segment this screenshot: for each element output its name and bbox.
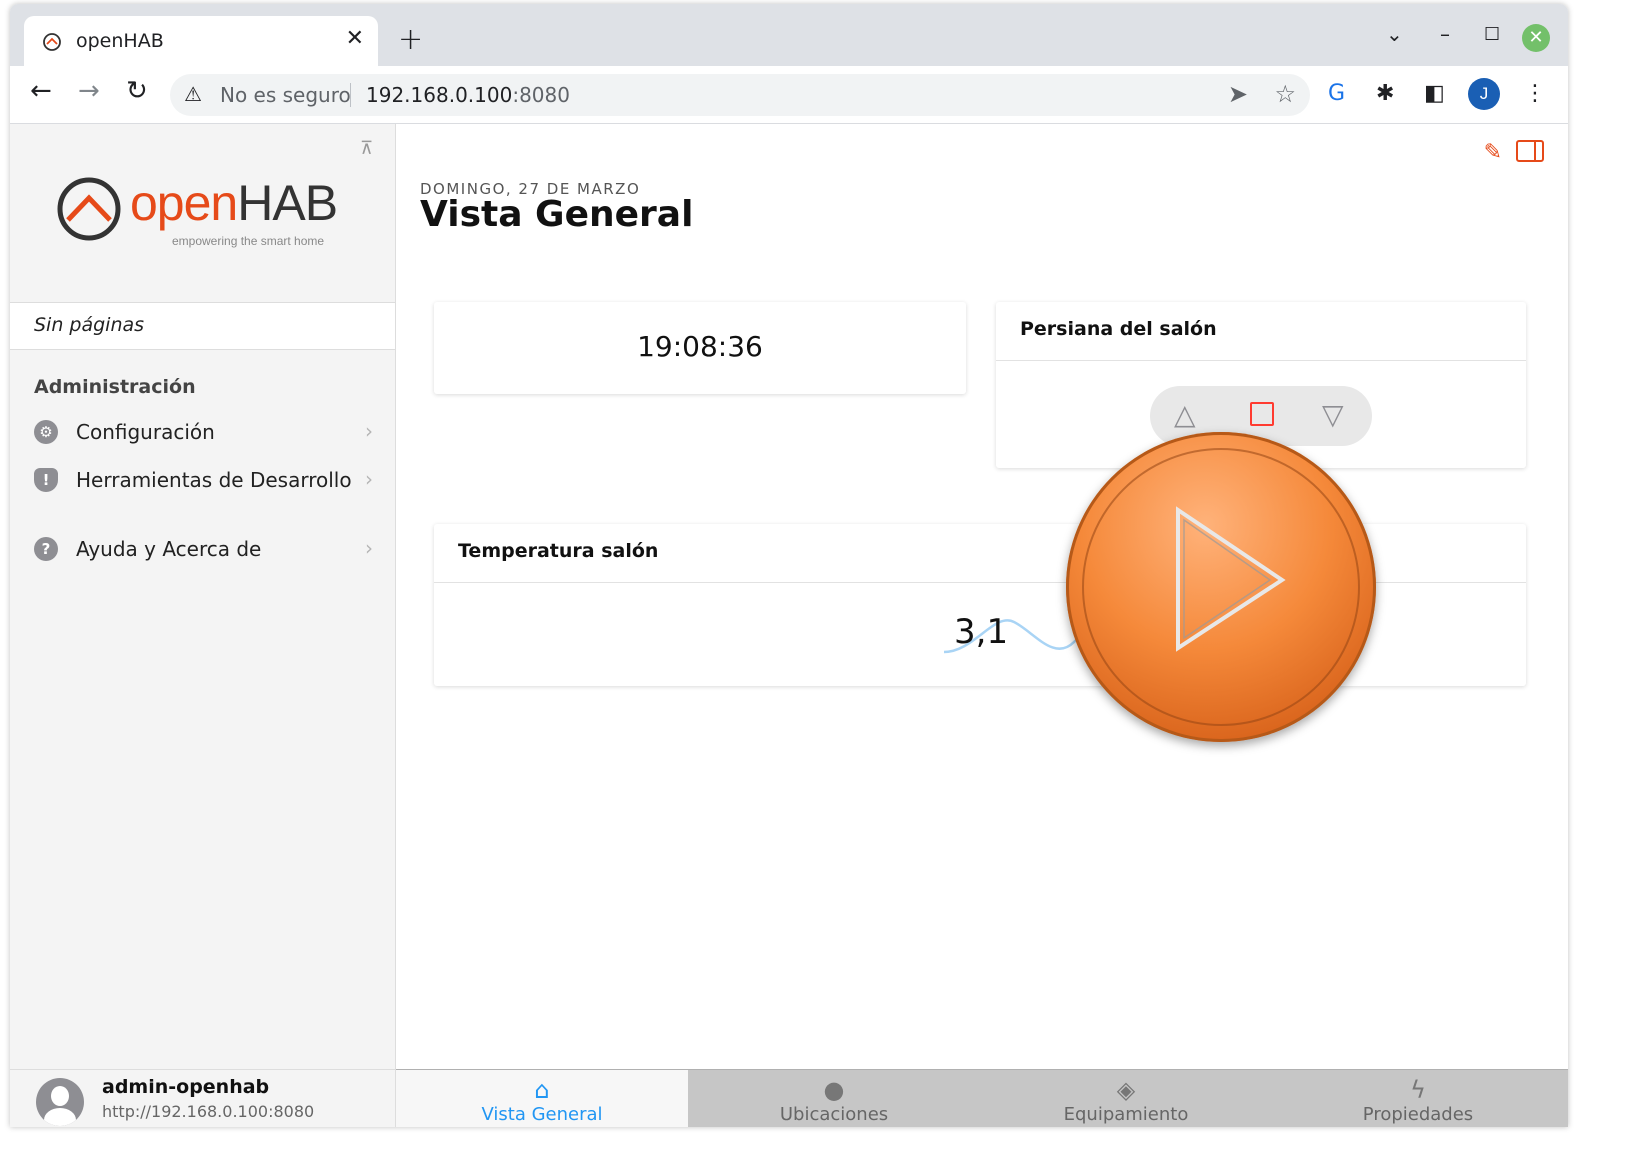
tab-search-chevron-icon[interactable]: ⌄: [1386, 22, 1403, 46]
openhab-logo: openHAB empowering the smart home: [56, 172, 356, 252]
temperature-card-title: Temperatura salón: [458, 540, 659, 562]
edit-pencil-icon[interactable]: ✎: [1484, 140, 1502, 165]
sidebar-item-label: Ayuda y Acerca de: [76, 537, 262, 561]
chevron-right-icon: ›: [365, 467, 373, 491]
url-host: 192.168.0.100: [366, 83, 513, 107]
home-icon: ⌂: [534, 1076, 550, 1104]
blind-card-title: Persiana del salón: [1020, 318, 1217, 340]
logo-tagline: empowering the smart home: [172, 234, 325, 248]
clock-card: 19:08:36: [434, 302, 966, 394]
cube-icon: ◈: [1116, 1076, 1136, 1104]
minimize-icon[interactable]: –: [1440, 22, 1450, 46]
url-port: :8080: [512, 83, 570, 107]
tab-equipamiento[interactable]: ◈ Equipamiento: [980, 1070, 1272, 1127]
new-tab-button[interactable]: +: [398, 22, 423, 57]
openhab-app: ⊼ openHAB empowering the smart home Sin …: [10, 124, 1568, 1127]
extensions-puzzle-icon[interactable]: ✱: [1376, 81, 1394, 106]
chevron-right-icon: ›: [365, 536, 373, 560]
sidebar-item-label: Configuración: [76, 420, 215, 444]
help-icon: ?: [34, 537, 58, 561]
tab-strip: openHAB ✕ + ⌄ – ☐ ✕: [10, 4, 1568, 68]
tab-label: Ubicaciones: [779, 1104, 889, 1125]
tab-label: Vista General: [481, 1104, 603, 1125]
user-name: admin-openhab: [102, 1076, 270, 1098]
side-panel-toggle-icon[interactable]: [1516, 140, 1544, 162]
sidebar-item-configuracion[interactable]: ⚙ Configuración ›: [10, 412, 395, 456]
menu-kebab-icon[interactable]: ⋮: [1524, 81, 1546, 106]
bottom-tab-bar: ⌂ Vista General ● Ubicaciones ◈ Equipami…: [396, 1069, 1568, 1127]
user-panel[interactable]: admin-openhab http://192.168.0.100:8080: [10, 1069, 396, 1127]
bolt-icon: ϟ: [1410, 1076, 1426, 1104]
tab-label: Equipamiento: [1063, 1104, 1189, 1125]
tab-ubicaciones[interactable]: ● Ubicaciones: [688, 1070, 980, 1127]
window-close-icon[interactable]: ✕: [1522, 24, 1550, 52]
logo-hab: HAB: [237, 175, 338, 231]
no-pages-row: Sin páginas: [10, 302, 395, 350]
chevron-right-icon: ›: [365, 419, 373, 443]
side-panel-icon[interactable]: ◧: [1424, 81, 1445, 106]
address-bar[interactable]: ⚠ No es seguro 192.168.0.100:8080 ➤ ☆: [170, 74, 1310, 116]
logo-open: open: [130, 175, 238, 231]
sidebar-item-label: Herramientas de Desarrollo: [76, 468, 352, 492]
play-video-button[interactable]: [1066, 432, 1376, 742]
user-server-url: http://192.168.0.100:8080: [102, 1102, 315, 1121]
browser-window: openHAB ✕ + ⌄ – ☐ ✕ ← → ↻ ⚠ No es seguro…: [10, 4, 1568, 1127]
forward-arrow-icon[interactable]: →: [78, 76, 100, 106]
openhab-logo-icon: [57, 177, 121, 241]
tab-propiedades[interactable]: ϟ Propiedades: [1272, 1070, 1564, 1127]
admin-section-title: Administración: [34, 376, 196, 398]
tab-vista-general[interactable]: ⌂ Vista General: [396, 1070, 688, 1127]
url-text[interactable]: 192.168.0.100:8080: [366, 83, 570, 107]
blind-down-icon[interactable]: ▽: [1322, 398, 1344, 431]
sidebar-item-ayuda[interactable]: ? Ayuda y Acerca de ›: [10, 529, 395, 573]
location-pin-icon: ●: [823, 1076, 845, 1104]
warning-icon: ⚠: [184, 82, 202, 106]
openhab-favicon-icon: [43, 33, 61, 51]
tab-close-icon[interactable]: ✕: [346, 26, 364, 51]
page-title: Vista General: [420, 194, 694, 235]
maximize-icon[interactable]: ☐: [1484, 24, 1500, 45]
bookmark-star-icon[interactable]: ☆: [1274, 80, 1296, 108]
tab-label: Propiedades: [1362, 1104, 1474, 1125]
profile-avatar[interactable]: J: [1468, 78, 1500, 110]
browser-tab[interactable]: openHAB ✕: [24, 16, 378, 68]
tab-title: openHAB: [76, 30, 164, 52]
address-separator: [350, 83, 351, 107]
send-icon[interactable]: ➤: [1228, 80, 1248, 108]
reload-icon[interactable]: ↻: [126, 76, 148, 106]
blind-up-icon[interactable]: △: [1174, 398, 1196, 431]
clock-time: 19:08:36: [637, 330, 763, 363]
browser-toolbar: ← → ↻ ⚠ No es seguro 192.168.0.100:8080 …: [10, 66, 1568, 124]
pin-icon[interactable]: ⊼: [360, 138, 373, 159]
security-label: No es seguro: [220, 83, 351, 107]
card-divider: [996, 360, 1526, 361]
translate-icon[interactable]: G: [1328, 81, 1345, 106]
back-arrow-icon[interactable]: ←: [30, 76, 52, 106]
sidebar-item-herramientas[interactable]: ! Herramientas de Desarrollo ›: [10, 460, 395, 504]
blind-stop-icon[interactable]: [1250, 402, 1274, 426]
user-avatar-icon: [36, 1078, 84, 1126]
gear-icon: ⚙: [34, 420, 58, 444]
no-pages-label: Sin páginas: [34, 314, 145, 336]
temperature-value: 3,1: [954, 612, 1009, 652]
logo-wordmark: openHAB: [130, 174, 338, 232]
main-content: ✎ DOMINGO, 27 DE MARZO Vista General 19:…: [396, 124, 1568, 1069]
shield-icon: !: [34, 468, 58, 492]
play-icon: [1176, 506, 1286, 652]
sidebar: ⊼ openHAB empowering the smart home Sin …: [10, 124, 396, 1069]
